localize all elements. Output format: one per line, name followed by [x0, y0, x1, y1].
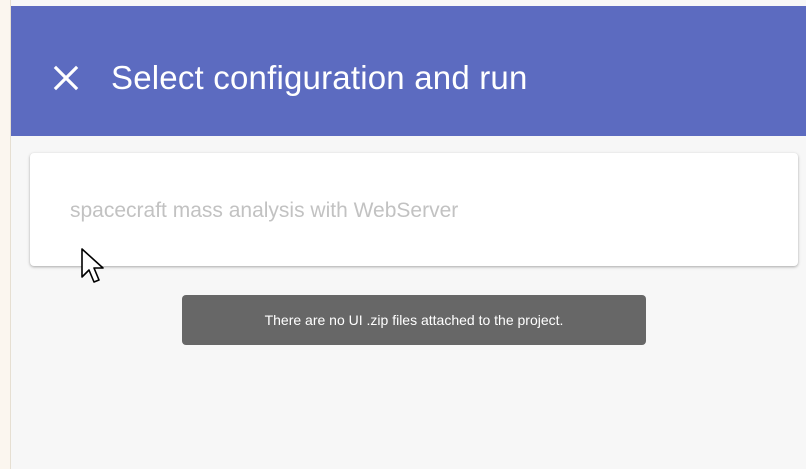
window-edge: [0, 0, 11, 469]
run-configuration-dialog: Select configuration and run There are n…: [11, 0, 806, 469]
tooltip: There are no UI .zip files attached to t…: [182, 295, 646, 345]
close-icon: [53, 65, 79, 91]
configuration-card: [30, 153, 798, 266]
configuration-input[interactable]: [70, 191, 770, 231]
dialog-header: Select configuration and run: [11, 6, 806, 136]
dialog-title: Select configuration and run: [111, 59, 528, 96]
close-button[interactable]: [51, 63, 81, 93]
